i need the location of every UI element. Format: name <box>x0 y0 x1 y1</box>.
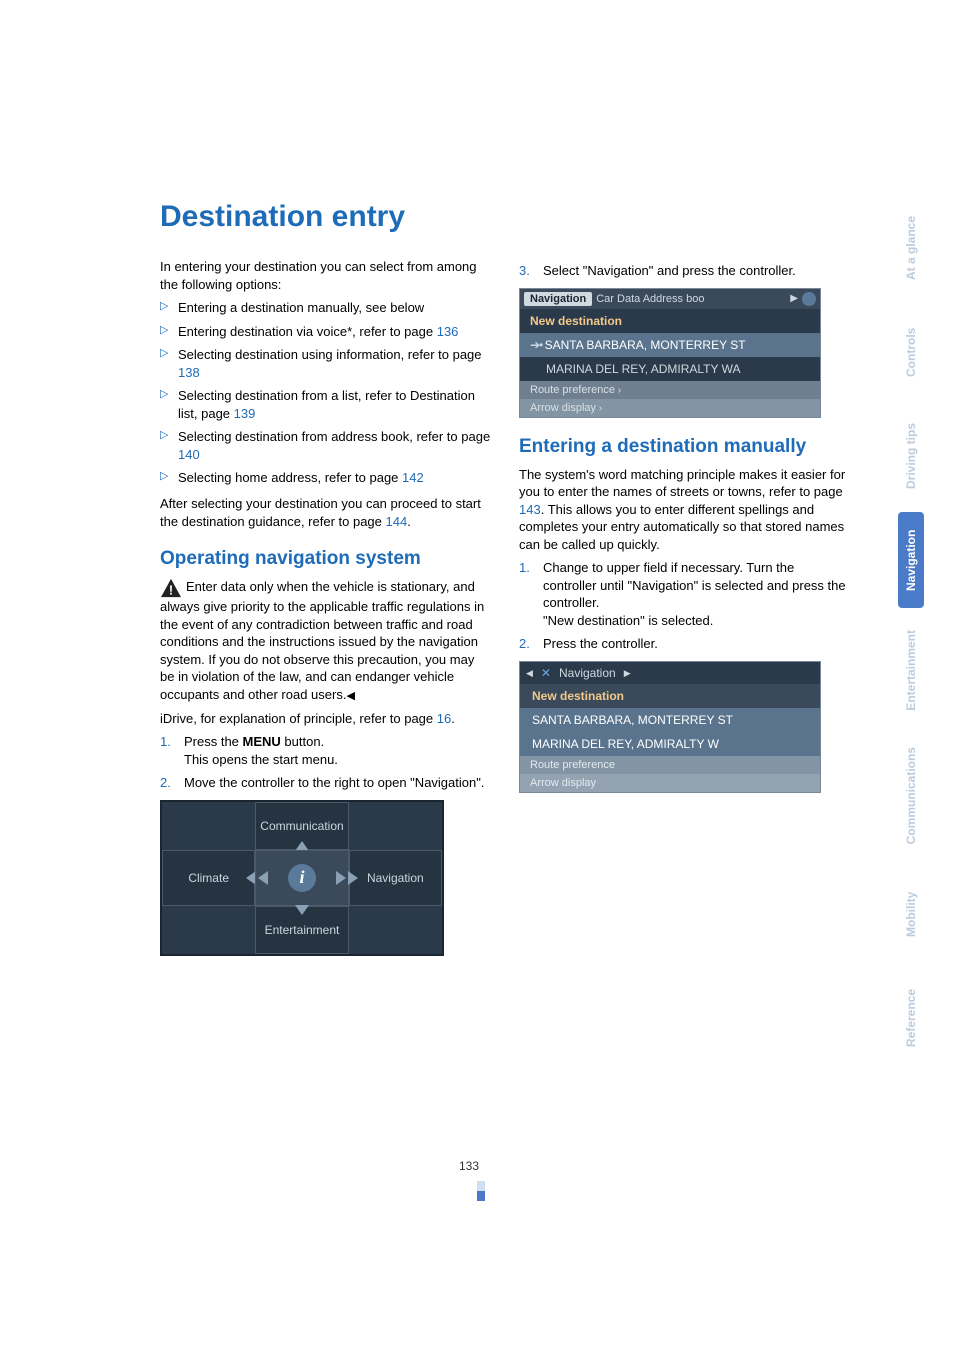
page-ref-140[interactable]: 140 <box>178 447 200 462</box>
tab-reference[interactable]: Reference <box>898 970 924 1066</box>
page-ref-136[interactable]: 136 <box>437 324 459 339</box>
manual-step-2-number: 2. <box>519 635 530 653</box>
nav-screen2-route-preference: Route preference <box>520 756 820 774</box>
step-3: 3. Select "Navigation" and press the con… <box>519 262 850 280</box>
page-ref-16[interactable]: 16 <box>437 711 451 726</box>
option-address-book: Selecting destination from address book,… <box>160 428 491 463</box>
manual-step-2: 2. Press the controller. <box>519 635 850 653</box>
section-operating-nav: Operating navigation system <box>160 548 491 570</box>
svg-text:!: ! <box>169 582 173 597</box>
manual-step-1-number: 1. <box>519 559 530 577</box>
chevron-down-icon <box>295 905 309 915</box>
nav-screen2-row-santa-barbara: SANTA BARBARA, MONTERREY ST <box>520 708 820 732</box>
menu-communication: Communication <box>255 802 348 850</box>
page-ref-143[interactable]: 143 <box>519 502 541 517</box>
idrive-menu-figure: Communication Climate i <box>160 800 444 956</box>
scroll-right-icon-2: ▶ <box>624 668 631 679</box>
manual-paragraph: The system's word matching principle mak… <box>519 466 850 554</box>
scroll-left-icon: ◀ <box>526 668 533 679</box>
step-2: 2. Move the controller to the right to o… <box>160 774 491 792</box>
chevron-right-icon <box>348 871 358 885</box>
status-icon <box>802 292 816 306</box>
page-number: 133 <box>459 1159 479 1173</box>
nav-screen1-tabs-rest: Car Data Address boo <box>596 293 786 305</box>
options-list: Entering a destination manually, see bel… <box>160 299 491 487</box>
page-ref-139[interactable]: 139 <box>234 406 256 421</box>
option-home: Selecting home address, refer to page 14… <box>160 469 491 487</box>
option-information: Selecting destination using information,… <box>160 346 491 381</box>
warning-icon: ! <box>160 578 182 598</box>
nav-screen2-new-destination: New destination <box>520 684 820 708</box>
menu-entertainment: Entertainment <box>255 906 348 954</box>
chevron-left-inner-icon <box>258 871 268 885</box>
section-entering-manually: Entering a destination manually <box>519 436 850 458</box>
side-tabs-container: At a glance Controls Driving tips Naviga… <box>898 200 924 1066</box>
tab-communications[interactable]: Communications <box>898 733 924 858</box>
tab-entertainment[interactable]: Entertainment <box>898 616 924 725</box>
tab-at-a-glance[interactable]: At a glance <box>898 200 924 296</box>
after-select-text: After selecting your destination you can… <box>160 495 491 530</box>
option-manual: Entering a destination manually, see bel… <box>160 299 491 317</box>
nav-screen1-new-destination: New destination <box>520 309 820 333</box>
nav-screen2-arrow-display: Arrow display <box>520 774 820 792</box>
nav-screen1-arrow-display: Arrow display <box>520 399 820 417</box>
page-mark-icon <box>477 1181 493 1201</box>
nav-screen1-row-marina: MARINA DEL REY, ADMIRALTY WA <box>520 357 820 381</box>
info-icon: i <box>288 864 316 892</box>
tab-driving-tips[interactable]: Driving tips <box>898 408 924 504</box>
tab-mobility[interactable]: Mobility <box>898 866 924 962</box>
page-ref-144[interactable]: 144 <box>386 514 408 529</box>
idrive-ref-text: iDrive, for explanation of principle, re… <box>160 710 491 728</box>
step-3-number: 3. <box>519 262 530 280</box>
warning-paragraph: ! Enter data only when the vehicle is st… <box>160 578 491 704</box>
manual-steps: 1. Change to upper field if necessary. T… <box>519 559 850 653</box>
page-ref-138[interactable]: 138 <box>178 365 200 380</box>
nav-screen2-header: ◀ ✕ Navigation ▶ <box>520 662 820 684</box>
tab-navigation[interactable]: Navigation <box>898 512 924 608</box>
operating-step-3-list: 3. Select "Navigation" and press the con… <box>519 262 850 280</box>
tab-controls[interactable]: Controls <box>898 304 924 400</box>
satellite-icon: ✕ <box>541 666 551 680</box>
option-voice: Entering destination via voice*, refer t… <box>160 323 491 341</box>
operating-steps: 1. Press the MENU button. This opens the… <box>160 733 491 792</box>
chevron-right-inner-icon <box>336 871 346 885</box>
step-1: 1. Press the MENU button. This opens the… <box>160 733 491 768</box>
page-title: Destination entry <box>160 200 850 234</box>
scroll-right-icon: ▶ <box>790 293 798 304</box>
nav-screen2-title: Navigation <box>559 666 616 680</box>
nav-screen-figure-1: Navigation Car Data Address boo ▶ New de… <box>519 288 821 418</box>
left-column: In entering your destination you can sel… <box>160 258 491 956</box>
intro-text: In entering your destination you can sel… <box>160 258 491 293</box>
nav-screen1-route-preference: Route preference <box>520 381 820 399</box>
step-2-number: 2. <box>160 774 171 792</box>
right-column: 3. Select "Navigation" and press the con… <box>519 258 850 956</box>
menu-center: i <box>255 850 348 906</box>
option-list: Selecting destination from a list, refer… <box>160 387 491 422</box>
manual-step-1: 1. Change to upper field if necessary. T… <box>519 559 850 629</box>
menu-navigation: Navigation <box>349 850 442 906</box>
end-mark-icon: ◀ <box>346 690 354 702</box>
nav-screen1-header: Navigation Car Data Address boo ▶ <box>520 289 820 309</box>
menu-climate: Climate <box>162 850 255 906</box>
nav-screen-figure-2: ◀ ✕ Navigation ▶ New destination SANTA B… <box>519 661 821 793</box>
nav-screen1-tab-navigation: Navigation <box>524 292 592 306</box>
page-ref-142[interactable]: 142 <box>402 470 424 485</box>
step-1-number: 1. <box>160 733 171 751</box>
nav-screen2-row-marina: MARINA DEL REY, ADMIRALTY W <box>520 732 820 756</box>
nav-screen1-row-santa-barbara: SANTA BARBARA, MONTERREY ST <box>520 333 820 357</box>
